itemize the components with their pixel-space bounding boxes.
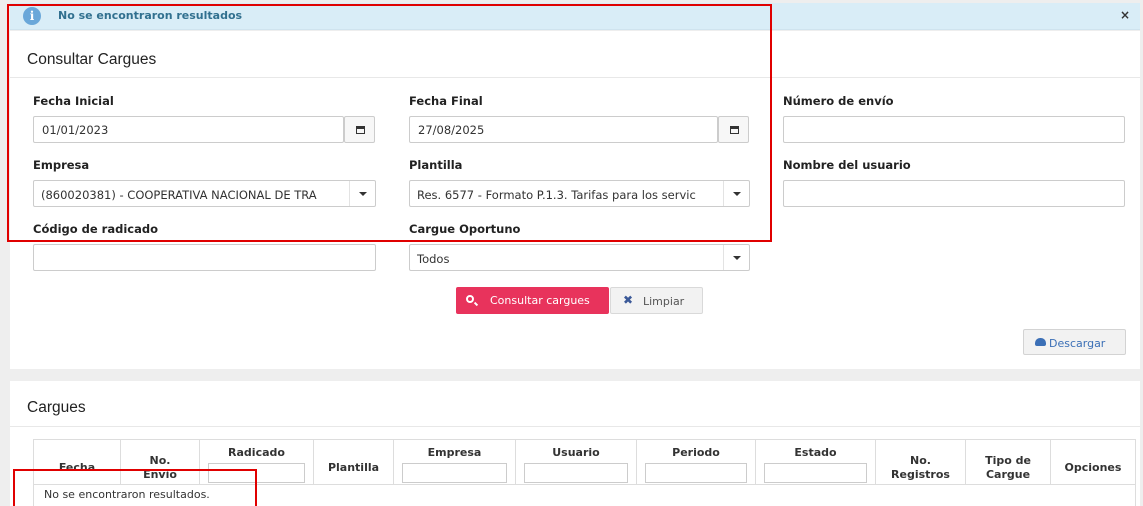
- button-label: Limpiar: [643, 295, 685, 308]
- fecha-final-label: Fecha Final: [409, 94, 483, 108]
- column-header-label: No. Registros: [891, 454, 950, 481]
- nombre-usuario-input[interactable]: [783, 180, 1125, 207]
- cargue-oportuno-select[interactable]: Todos: [409, 244, 750, 271]
- column-header-label: Opciones: [1064, 461, 1122, 474]
- fecha-inicial-calendar-button[interactable]: [344, 116, 375, 143]
- codigo-radicado-label: Código de radicado: [33, 222, 159, 236]
- consult-panel: Consultar Cargues Fecha Inicial 01/01/20…: [10, 31, 1140, 369]
- page: i No se encontraron resultados × Consult…: [0, 0, 1143, 506]
- calendar-icon: [356, 126, 365, 134]
- column-header-label: Usuario: [552, 446, 600, 459]
- numero-envio-input[interactable]: [783, 116, 1125, 143]
- calendar-icon: [730, 126, 739, 134]
- caret-down-icon: [733, 192, 741, 196]
- plantilla-select[interactable]: Res. 6577 - Formato P.1.3. Tarifas para …: [409, 180, 750, 207]
- plantilla-selected-value: Res. 6577 - Formato P.1.3. Tarifas para …: [417, 188, 696, 202]
- clear-icon: ✖: [623, 293, 634, 307]
- column-filter-input[interactable]: [208, 463, 305, 483]
- button-label: Consultar cargues: [490, 294, 590, 307]
- dropdown-toggle: [723, 245, 749, 270]
- dropdown-toggle: [723, 181, 749, 206]
- empty-message: No se encontraron resultados.: [44, 488, 210, 501]
- dropdown-toggle: [349, 181, 375, 206]
- caret-down-icon: [359, 192, 367, 196]
- fecha-inicial-label: Fecha Inicial: [33, 94, 114, 108]
- column-header-label: Periodo: [672, 446, 720, 459]
- nombre-usuario-label: Nombre del usuario: [783, 158, 911, 172]
- alert-message: No se encontraron resultados: [58, 9, 243, 22]
- numero-envio-label: Número de envío: [783, 94, 894, 108]
- column-header-label: Fecha: [58, 461, 96, 474]
- column-filter-input[interactable]: [764, 463, 867, 483]
- column-filter-input[interactable]: [645, 463, 747, 483]
- divider: [10, 426, 1140, 427]
- descargar-button[interactable]: Descargar: [1023, 329, 1126, 355]
- info-icon: i: [23, 7, 41, 25]
- panel-title: Cargues: [27, 399, 86, 416]
- results-panel: Cargues Fecha No. Envío Radicado Plantilla Em…: [10, 381, 1140, 506]
- cargue-oportuno-selected-value: Todos: [417, 252, 450, 266]
- column-filter-input[interactable]: [524, 463, 628, 483]
- cloud-download-icon: [1035, 338, 1046, 346]
- fecha-inicial-input[interactable]: 01/01/2023: [33, 116, 344, 143]
- caret-down-icon: [733, 256, 741, 260]
- column-header-label: Radicado: [228, 446, 285, 459]
- empresa-select[interactable]: (860020381) - COOPERATIVA NACIONAL DE TR…: [33, 180, 376, 207]
- codigo-radicado-input[interactable]: [33, 244, 376, 271]
- fecha-final-input[interactable]: 27/08/2025: [409, 116, 718, 143]
- column-header-label: Estado: [794, 446, 837, 459]
- no-results-alert: i No se encontraron resultados ×: [10, 3, 1140, 30]
- search-icon: [466, 295, 474, 303]
- column-header-label: No. Envío: [143, 454, 177, 481]
- cargue-oportuno-label: Cargue Oportuno: [409, 222, 521, 236]
- column-filter-input[interactable]: [402, 463, 507, 483]
- empresa-label: Empresa: [33, 158, 90, 172]
- plantilla-label: Plantilla: [409, 158, 463, 172]
- empresa-selected-value: (860020381) - COOPERATIVA NACIONAL DE TR…: [41, 188, 317, 202]
- column-header-label: Plantilla: [327, 461, 380, 474]
- panel-title: Consultar Cargues: [27, 51, 157, 68]
- consultar-cargues-button[interactable]: Consultar cargues: [456, 287, 609, 314]
- column-header-label: Tipo de Cargue: [985, 454, 1031, 481]
- column-header-label: Empresa: [427, 446, 482, 459]
- limpiar-button[interactable]: ✖ Limpiar: [610, 287, 703, 314]
- empty-table-row: No se encontraron resultados.: [33, 484, 1136, 506]
- fecha-final-calendar-button[interactable]: [718, 116, 749, 143]
- close-icon[interactable]: ×: [1120, 8, 1130, 22]
- button-label: Descargar: [1049, 337, 1106, 350]
- divider: [10, 77, 1140, 78]
